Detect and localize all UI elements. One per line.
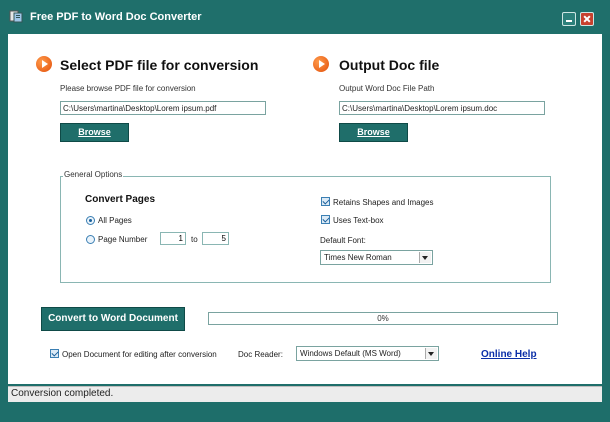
to-label: to: [191, 235, 198, 244]
main-panel: Select PDF file for conversion Please br…: [8, 34, 602, 384]
convert-pages-label: Convert Pages: [85, 194, 156, 205]
status-text: Conversion completed.: [11, 388, 114, 399]
progress-text: 0%: [377, 314, 389, 323]
pdf-section-title: Select PDF file for conversion: [60, 57, 259, 73]
play-arrow-icon: [313, 56, 329, 72]
doc-reader-select[interactable]: Windows Default (MS Word): [296, 346, 439, 361]
title-bar[interactable]: Free PDF to Word Doc Converter: [0, 0, 610, 34]
general-options-legend: General Options: [63, 170, 124, 179]
page-number-label: Page Number: [98, 235, 148, 244]
open-doc-checkbox[interactable]: [50, 349, 59, 358]
status-bar: Conversion completed.: [8, 386, 602, 402]
pdf-browse-button[interactable]: Browse: [60, 123, 129, 142]
all-pages-label: All Pages: [98, 216, 132, 225]
app-icon: [9, 10, 23, 23]
open-doc-label: Open Document for editing after conversi…: [62, 350, 217, 359]
pdf-hint: Please browse PDF file for conversion: [60, 84, 196, 93]
convert-button[interactable]: Convert to Word Document: [41, 307, 185, 331]
close-icon[interactable]: [580, 12, 594, 26]
general-options-group: [60, 176, 551, 283]
output-hint: Output Word Doc File Path: [339, 84, 435, 93]
app-window: Free PDF to Word Doc Converter Select PD…: [0, 0, 610, 422]
retains-shapes-checkbox[interactable]: [321, 197, 330, 206]
minimize-icon[interactable]: [562, 12, 576, 26]
output-path-input[interactable]: C:\Users\martina\Desktop\Lorem ipsum.doc: [339, 101, 545, 115]
online-help-link[interactable]: Online Help: [481, 349, 537, 360]
chevron-down-icon[interactable]: [419, 252, 431, 263]
play-arrow-icon: [36, 56, 52, 72]
page-number-radio[interactable]: [86, 235, 95, 244]
default-font-select[interactable]: Times New Roman: [320, 250, 433, 265]
uses-textbox-label: Uses Text-box: [333, 216, 384, 225]
chevron-down-icon[interactable]: [425, 348, 437, 359]
progress-bar: 0%: [208, 312, 558, 325]
all-pages-radio[interactable]: [86, 216, 95, 225]
page-to-input[interactable]: 5: [202, 232, 229, 245]
output-browse-button[interactable]: Browse: [339, 123, 408, 142]
doc-reader-value: Windows Default (MS Word): [300, 349, 401, 358]
doc-reader-label: Doc Reader:: [238, 350, 283, 359]
default-font-label: Default Font:: [320, 236, 366, 245]
pdf-path-input[interactable]: C:\Users\martina\Desktop\Lorem ipsum.pdf: [60, 101, 266, 115]
page-from-input[interactable]: 1: [160, 232, 186, 245]
retains-shapes-label: Retains Shapes and Images: [333, 198, 434, 207]
output-section-title: Output Doc file: [339, 57, 440, 73]
uses-textbox-checkbox[interactable]: [321, 215, 330, 224]
default-font-value: Times New Roman: [324, 253, 392, 262]
window-title: Free PDF to Word Doc Converter: [30, 11, 202, 23]
